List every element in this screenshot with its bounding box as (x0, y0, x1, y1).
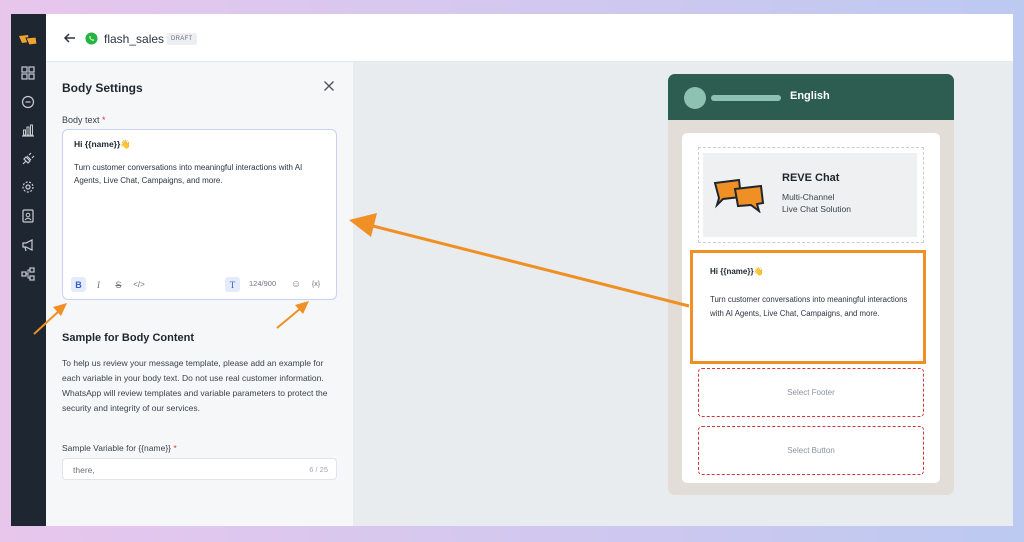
add-variable-button[interactable]: {x} (308, 277, 324, 292)
sample-variable-label-text: Sample Variable for {{name}} (62, 443, 171, 453)
brand-tagline: Multi-Channel Live Chat Solution (782, 191, 902, 215)
text-format-button[interactable]: T (225, 277, 240, 292)
italic-button[interactable]: I (91, 277, 106, 292)
chart-icon[interactable] (20, 122, 36, 138)
emoji-button[interactable]: ☺ (289, 277, 303, 292)
template-name: flash_sales (104, 32, 165, 46)
char-counter: 124/900 (249, 279, 277, 288)
brand-name: REVE Chat (782, 172, 840, 184)
logo-icon[interactable] (18, 32, 38, 48)
sidebar (11, 14, 46, 526)
top-bar: flash_sales DRAFT (46, 14, 1013, 62)
header-slot[interactable]: REVE Chat Multi-Channel Live Chat Soluti… (698, 147, 924, 243)
preview-body-text: Turn customer conversations into meaning… (710, 295, 908, 318)
editor-body-text: Turn customer conversations into meaning… (74, 163, 303, 185)
gear-icon[interactable] (20, 179, 36, 195)
code-button[interactable]: </> (130, 277, 148, 292)
required-mark: * (102, 115, 106, 125)
sample-variable-label: Sample Variable for {{name}} * (62, 443, 177, 453)
close-icon[interactable] (323, 79, 335, 91)
body-settings-panel: Body Settings Body text * Hi {{name}}👋 T… (46, 62, 353, 526)
grid-icon[interactable] (20, 65, 36, 81)
required-mark: * (173, 443, 177, 453)
whatsapp-icon (85, 32, 98, 45)
sample-variable-value: there, (73, 465, 95, 475)
contact-name-placeholder (711, 95, 781, 101)
avatar (684, 87, 706, 109)
strikethrough-button[interactable]: S (111, 277, 126, 292)
select-button-slot[interactable]: Select Button (698, 426, 924, 475)
plug-icon[interactable] (20, 151, 36, 167)
status-badge: DRAFT (167, 33, 197, 45)
panel-title: Body Settings (62, 81, 143, 95)
body-slot-highlighted[interactable]: Hi {{name}}👋 Turn customer conversations… (690, 250, 926, 364)
select-footer-slot[interactable]: Select Footer (698, 368, 924, 417)
preview-header: English (668, 74, 954, 120)
back-arrow-icon[interactable] (63, 31, 77, 45)
brand-tagline-line-1: Multi-Channel (782, 192, 835, 202)
megaphone-icon[interactable] (20, 237, 36, 253)
sample-section-title: Sample for Body Content (62, 332, 195, 344)
app-window: flash_sales DRAFT Body Settings Body tex… (11, 14, 1013, 526)
sample-variable-input[interactable]: there, 6 / 25 (62, 458, 337, 480)
editor-greeting: Hi {{name}}👋 (74, 139, 131, 149)
sample-variable-count: 6 / 25 (309, 465, 328, 474)
header-banner: REVE Chat Multi-Channel Live Chat Soluti… (703, 153, 917, 237)
chat-icon[interactable] (20, 94, 36, 110)
sample-description: To help us review your message template,… (62, 358, 328, 413)
preview-language: English (790, 90, 830, 102)
brand-tagline-line-2: Live Chat Solution (782, 204, 851, 214)
contacts-icon[interactable] (20, 208, 36, 224)
reve-chat-logo-icon (713, 178, 765, 213)
body-text-editor[interactable]: Hi {{name}}👋 Turn customer conversations… (62, 129, 337, 300)
body-text-label: Body text * (62, 115, 106, 125)
preview-body-greeting: Hi {{name}}👋 (710, 267, 764, 276)
body-text-label-text: Body text (62, 115, 100, 125)
flow-icon[interactable] (20, 266, 36, 282)
bold-button[interactable]: B (71, 277, 86, 292)
